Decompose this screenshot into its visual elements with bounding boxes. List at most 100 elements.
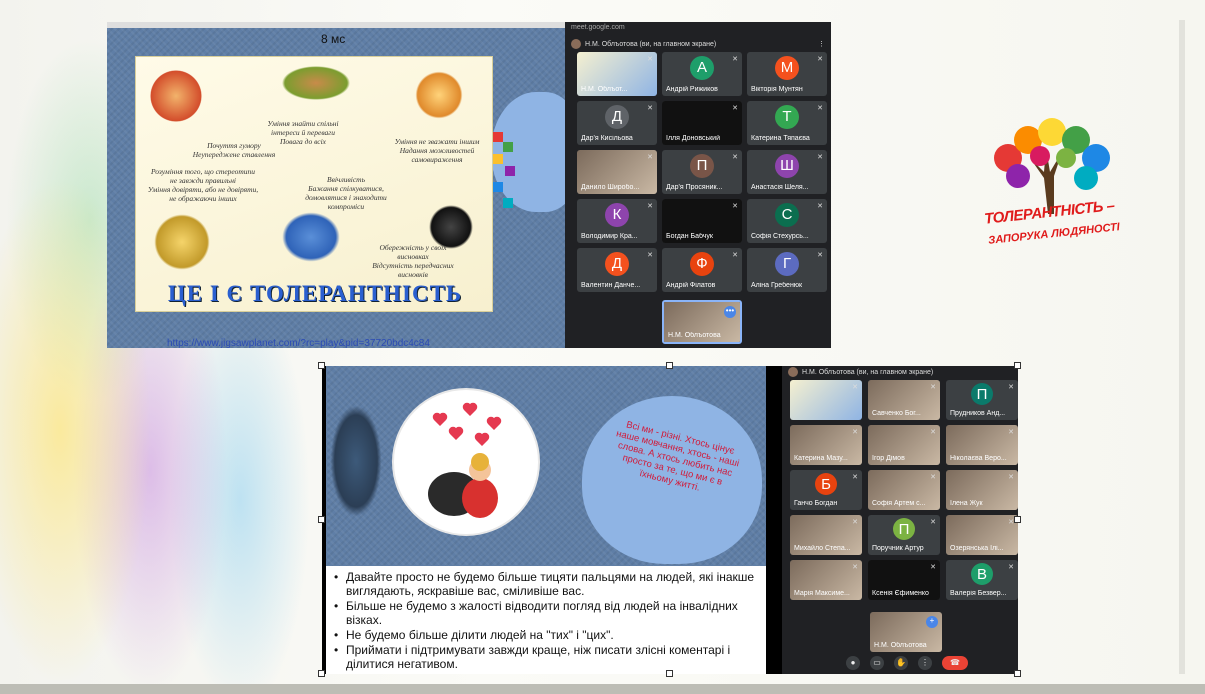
participant-tile[interactable]: П ✕ Прудников Анд...: [946, 380, 1018, 420]
participant-tile[interactable]: Д ✕ Валентин Данче...: [577, 248, 657, 292]
resize-handle[interactable]: [666, 362, 673, 369]
participant-tile[interactable]: Т ✕ Катерина Тяпаєва: [747, 101, 827, 145]
participant-name: Ксенія Єфименко: [872, 590, 929, 597]
participant-tile[interactable]: А ✕ Андрій Рижиков: [662, 52, 742, 96]
resize-handle[interactable]: [1014, 516, 1021, 523]
avatar: Ш: [775, 153, 799, 178]
mic-off-icon: ✕: [647, 252, 653, 259]
more-vert-icon[interactable]: ⋮: [918, 656, 932, 670]
participant-tile[interactable]: ✕ Ксенія Єфименко: [868, 560, 940, 600]
resize-handle[interactable]: [318, 670, 325, 677]
end-call-icon[interactable]: ☎: [942, 656, 968, 670]
resize-handle[interactable]: [318, 362, 325, 369]
participant-tile[interactable]: М ✕ Вікторія Мунтян: [747, 52, 827, 96]
participant-tile[interactable]: ✕ Ігор Дімов: [868, 425, 940, 465]
participant-tile[interactable]: П ✕ Поручник Артур: [868, 515, 940, 555]
avatar: П: [893, 518, 915, 541]
participant-tile[interactable]: К ✕ Володимир Кра...: [577, 199, 657, 243]
resize-handle[interactable]: [318, 516, 325, 523]
participant-name: Н.М. Облъот...: [581, 86, 628, 93]
participant-name: Катерина Мазу...: [794, 455, 848, 462]
presenter-row: Н.М. Облъотова (ви, на главном экране) ⋮: [565, 36, 831, 52]
self-name: Н.М. Облъотова: [668, 332, 721, 339]
cartoon-branch: [276, 63, 356, 103]
participant-tile[interactable]: В ✕ Валерія Безвер...: [946, 560, 1018, 600]
mic-off-icon: ✕: [852, 564, 858, 571]
more-options-icon[interactable]: •••: [724, 306, 736, 318]
participant-tile[interactable]: ✕ Ілля Доновський: [662, 101, 742, 145]
poster-text: висновках: [397, 252, 429, 261]
poster-text: не ображаючи інших: [169, 194, 237, 203]
participant-tile[interactable]: ✕ Катерина Мазу...: [790, 425, 862, 465]
participant-tile[interactable]: Г ✕ Аліна Гребенюк: [747, 248, 827, 292]
avatar: А: [690, 55, 714, 80]
camera-icon[interactable]: ▭: [870, 656, 884, 670]
mic-off-icon: ✕: [732, 56, 738, 63]
mic-off-icon: ✕: [732, 154, 738, 161]
participant-tile[interactable]: Б ✕ Ганчо Богдан: [790, 470, 862, 510]
puzzle-piece: [493, 154, 503, 164]
browser-toolbar: [107, 22, 565, 28]
participant-tile[interactable]: ✕ Ілена Жук: [946, 470, 1018, 510]
resize-handle[interactable]: [1014, 362, 1021, 369]
raise-hand-icon[interactable]: ✋: [894, 656, 908, 670]
participant-name: Володимир Кра...: [581, 233, 638, 240]
participant-tile[interactable]: ✕ Н.М. Облъот...: [577, 52, 657, 96]
mic-off-icon: ✕: [732, 105, 738, 112]
jigsaw-link[interactable]: https://www.jigsawplanet.com/?rc=play&pi…: [167, 338, 430, 348]
poster-text: Неупереджене ставлення: [192, 150, 276, 159]
participant-tile[interactable]: ✕: [790, 380, 862, 420]
participant-name: Валерія Безвер...: [950, 590, 1007, 597]
meet-panel-top: meet.google.com Н.М. Облъотова (ви, на г…: [565, 22, 831, 348]
flower-decoration: [326, 396, 386, 526]
participant-tile[interactable]: С ✕ Софія Стехурсь...: [747, 199, 827, 243]
mic-icon[interactable]: ●: [846, 656, 860, 670]
participant-tile[interactable]: ✕ Богдан Бабчук: [662, 199, 742, 243]
slide-hearts: Всі ми - різні. Хтось цінує наше мовчанн…: [326, 366, 766, 674]
resize-handle[interactable]: [1014, 670, 1021, 677]
participant-tile[interactable]: ✕ Софія Артем с...: [868, 470, 940, 510]
mic-off-icon: ✕: [732, 252, 738, 259]
participant-tile[interactable]: ✕ Озерянська Ілі...: [946, 515, 1018, 555]
self-tile[interactable]: + Н.М. Облъотова: [870, 612, 942, 652]
avatar: К: [605, 202, 629, 227]
participant-name: Валентин Данче...: [581, 282, 641, 289]
poster-text: не завжди правильні: [170, 176, 236, 185]
mic-off-icon: ✕: [647, 105, 653, 112]
participant-tile[interactable]: Ш ✕ Анастасія Шеля...: [747, 150, 827, 194]
picture-circle: [392, 388, 540, 536]
mic-off-icon: ✕: [817, 105, 823, 112]
participant-tile[interactable]: П ✕ Дар'я Просяник...: [662, 150, 742, 194]
resize-handle[interactable]: [666, 670, 673, 677]
avatar: Д: [605, 251, 629, 276]
hugging-cartoon-icon: [428, 402, 502, 518]
participant-name: Дар'я Просяник...: [666, 184, 723, 191]
cartoon-detective: [414, 65, 464, 125]
participant-name: Софія Стехурсь...: [751, 233, 809, 240]
mic-off-icon: ✕: [647, 56, 653, 63]
avatar: [571, 39, 581, 49]
meet-panel-bottom: Н.М. Облъотова (ви, на главном экране) ✕…: [782, 366, 1018, 674]
more-vert-icon[interactable]: ⋮: [818, 40, 825, 48]
participant-tile[interactable]: ✕ Данило Широбо...: [577, 150, 657, 194]
participant-name: Дар'я Кисільова: [581, 135, 633, 142]
mic-off-icon: ✕: [852, 429, 858, 436]
poster-text: самовираження: [411, 155, 463, 164]
participant-tile[interactable]: Д ✕ Дар'я Кисільова: [577, 101, 657, 145]
participant-tile[interactable]: ✕ Савченко Бог...: [868, 380, 940, 420]
poster-text: висновків: [398, 270, 428, 279]
poster-text: Уміння знайти спільні: [267, 119, 339, 128]
tolerance-poster: Почуття гумору Неупереджене ставлення Ум…: [135, 56, 493, 312]
poster-title: ЦЕ І Є ТОЛЕРАНТНІСТЬ: [167, 281, 463, 306]
mic-off-icon: ✕: [817, 154, 823, 161]
participant-tile[interactable]: ✕ Марія Максиме...: [790, 560, 862, 600]
mic-off-icon: ✕: [647, 203, 653, 210]
participant-tile[interactable]: ✕ Михайло Степа...: [790, 515, 862, 555]
more-options-icon[interactable]: +: [926, 616, 938, 628]
participant-name: Ігор Дімов: [872, 455, 905, 462]
participant-tile[interactable]: Ф ✕ Андрій Філатов: [662, 248, 742, 292]
poster-text: Уміння довіряти, або не довіряти,: [147, 185, 259, 194]
timer-label: 8 мс: [321, 32, 346, 46]
participant-tile[interactable]: ✕ Ніколаєва Веро...: [946, 425, 1018, 465]
self-tile[interactable]: ••• Н.М. Облъотова: [662, 300, 742, 344]
